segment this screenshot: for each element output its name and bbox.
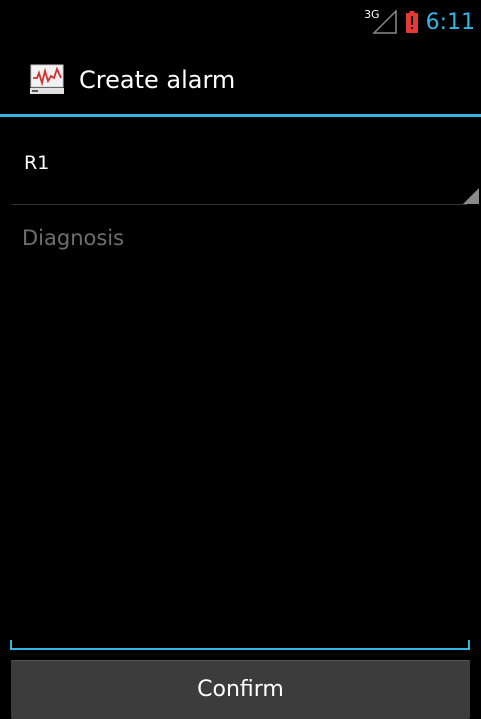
battery-alert-icon — [405, 11, 418, 33]
action-bar: Create alarm — [0, 44, 481, 114]
action-bar-divider — [0, 114, 481, 117]
diagnosis-input[interactable] — [12, 214, 469, 648]
status-clock: 6:11 — [425, 9, 475, 35]
spinner-selected-value: R1 — [24, 152, 50, 174]
room-spinner[interactable]: R1 — [12, 132, 481, 205]
spinner-underline — [12, 204, 467, 205]
status-icons: 3G 6:11 — [364, 6, 475, 38]
diagnosis-underline — [10, 648, 470, 650]
confirm-button[interactable]: Confirm — [11, 660, 470, 719]
page-title: Create alarm — [79, 66, 236, 94]
status-bar: 3G 6:11 — [0, 0, 481, 44]
monitor-graph-icon — [30, 64, 64, 94]
spinner-dropdown-icon — [463, 188, 479, 204]
signal-icon — [371, 9, 397, 34]
